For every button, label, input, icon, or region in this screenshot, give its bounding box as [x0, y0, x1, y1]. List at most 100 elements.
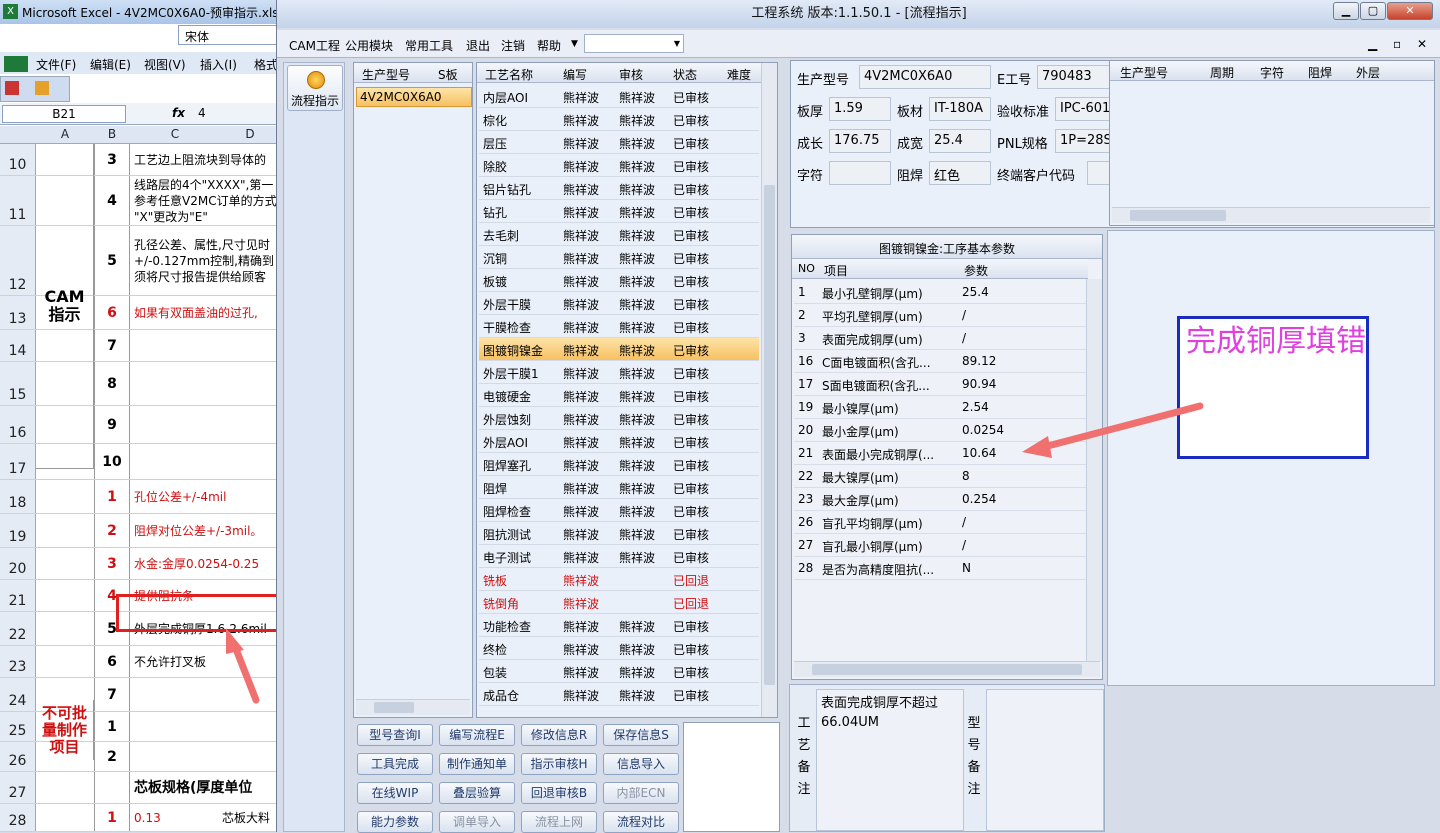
action-button[interactable]: 编写流程E	[439, 724, 515, 746]
thickness-field[interactable]: 1.59	[829, 97, 891, 121]
action-button[interactable]: 调单导入	[439, 811, 515, 833]
process-row[interactable]: 终检 熊祥波 熊祥波 已审核	[479, 637, 759, 660]
flow-instruction-button[interactable]: 流程指示	[287, 65, 343, 111]
row-number[interactable]: 23	[0, 646, 36, 677]
col-b[interactable]: B	[94, 127, 130, 141]
cell-b[interactable]: 9	[94, 406, 130, 443]
process-row[interactable]: 阻焊检查 熊祥波 熊祥波 已审核	[479, 499, 759, 522]
row-number[interactable]: 17	[0, 444, 36, 479]
process-row[interactable]: 阻抗测试 熊祥波 熊祥波 已审核	[479, 522, 759, 545]
process-row[interactable]: 钻孔 熊祥波 熊祥波 已审核	[479, 200, 759, 223]
row-number[interactable]: 26	[0, 742, 36, 771]
process-row[interactable]: 外层AOI 熊祥波 熊祥波 已审核	[479, 430, 759, 453]
row-number[interactable]: 18	[0, 480, 36, 513]
row-number[interactable]: 27	[0, 772, 36, 803]
process-row[interactable]: 外层干膜1 熊祥波 熊祥波 已审核	[479, 361, 759, 384]
cell-c[interactable]	[134, 712, 290, 741]
param-row[interactable]: 3 表面完成铜厚(um) /	[794, 327, 1086, 350]
process-row[interactable]: 外层干膜 熊祥波 熊祥波 已审核	[479, 292, 759, 315]
cell-b[interactable]: 3	[94, 548, 130, 579]
row-number[interactable]: 20	[0, 548, 36, 579]
col-reviewer[interactable]: 审核	[619, 66, 643, 83]
process-row[interactable]: 阻焊 熊祥波 熊祥波 已审核	[479, 476, 759, 499]
excel-menu-view[interactable]: 视图(V)	[144, 56, 186, 73]
process-row[interactable]: 沉铜 熊祥波 熊祥波 已审核	[479, 246, 759, 269]
cell-b[interactable]: 6	[94, 646, 130, 677]
process-row[interactable]: 功能检查 熊祥波 熊祥波 已审核	[479, 614, 759, 637]
cell-b[interactable]: 1	[94, 804, 130, 831]
row-number[interactable]: 10	[0, 144, 36, 175]
standard-field[interactable]: IPC-601	[1055, 97, 1113, 121]
cell-b[interactable]: 8	[94, 362, 130, 405]
param-row[interactable]: 21 表面最小完成铜厚(... 10.64	[794, 442, 1086, 465]
menu-tools[interactable]: 常用工具	[405, 37, 453, 54]
history-hscroll[interactable]	[1112, 207, 1430, 223]
cell-b[interactable]: 5	[94, 226, 130, 295]
process-row[interactable]: 除胶 熊祥波 熊祥波 已审核	[479, 154, 759, 177]
param-row[interactable]: 17 S面电镀面积(含孔... 90.94	[794, 373, 1086, 396]
model-field[interactable]: 4V2MC0X6A0	[859, 65, 991, 89]
process-row[interactable]: 内层AOI 熊祥波 熊祥波 已审核	[479, 85, 759, 108]
cell-b[interactable]	[94, 772, 130, 803]
row-number[interactable]: 22	[0, 612, 36, 645]
formula-value[interactable]: 4	[198, 106, 206, 120]
col-model[interactable]: 生产型号	[362, 66, 410, 83]
mask-field[interactable]: 红色	[929, 161, 991, 185]
param-row[interactable]: 20 最小金厚(μm) 0.0254	[794, 419, 1086, 442]
pnl-field[interactable]: 1P=28S	[1055, 129, 1113, 153]
cell-b[interactable]: 7	[94, 330, 130, 361]
action-button[interactable]: 信息导入	[603, 753, 679, 775]
menu-logout[interactable]: 注销	[501, 37, 525, 54]
cell-b[interactable]: 1	[94, 480, 130, 513]
font-name-box[interactable]: 宋体	[178, 25, 290, 45]
cell-b[interactable]: 2	[94, 742, 130, 771]
cell-c[interactable]: 如果有双面盖油的过孔,	[134, 296, 290, 329]
row-number[interactable]: 11	[0, 176, 36, 225]
process-vscroll[interactable]	[761, 63, 777, 717]
cell-c[interactable]: 不允许打叉板	[134, 646, 290, 677]
col-h-char[interactable]: 字符	[1260, 64, 1284, 81]
menu-combo[interactable]: ▼	[584, 34, 684, 53]
menu-cam[interactable]: CAM工程	[289, 37, 340, 54]
cell-c[interactable]	[134, 330, 290, 361]
mdi-controls-icon[interactable]: ▁ ▫ ✕	[1368, 37, 1433, 51]
param-row[interactable]: 16 C面电镀面积(含孔... 89.12	[794, 350, 1086, 373]
row-number[interactable]: 24	[0, 678, 36, 711]
cell-b[interactable]: 7	[94, 678, 130, 711]
param-row[interactable]: 23 最大金厚(μm) 0.254	[794, 488, 1086, 511]
process-row[interactable]: 层压 熊祥波 熊祥波 已审核	[479, 131, 759, 154]
minimize-button[interactable]: ▁	[1333, 2, 1359, 20]
process-row[interactable]: 电镀硬金 熊祥波 熊祥波 已审核	[479, 384, 759, 407]
cell-c[interactable]: 工艺边上阻流块到导体的	[134, 144, 290, 175]
cell-b[interactable]: 4	[94, 176, 130, 225]
col-process-name[interactable]: 工艺名称	[485, 66, 533, 83]
cell-b[interactable]: 10	[94, 444, 130, 479]
row-number[interactable]: 25	[0, 712, 36, 741]
col-param[interactable]: 参数	[964, 262, 988, 279]
process-row[interactable]: 成品仓 熊祥波 熊祥波 已审核	[479, 683, 759, 706]
col-writer[interactable]: 编写	[563, 66, 587, 83]
cell-c[interactable]	[134, 406, 290, 443]
process-row[interactable]: 外层蚀刻 熊祥波 熊祥波 已审核	[479, 407, 759, 430]
memo-box[interactable]	[683, 722, 780, 832]
model-hscroll[interactable]	[356, 699, 470, 715]
model-row[interactable]: 4V2MC0X6A0	[356, 87, 472, 107]
cell-b[interactable]: 2	[94, 514, 130, 547]
params-vscroll[interactable]	[1086, 279, 1102, 661]
cell-b[interactable]: 6	[94, 296, 130, 329]
cell-c[interactable]: 阻焊对位公差+/-3mil。	[134, 514, 290, 547]
cell-c[interactable]	[134, 362, 290, 405]
action-button[interactable]: 能力参数	[357, 811, 433, 833]
action-button[interactable]: 制作通知单	[439, 753, 515, 775]
process-row[interactable]: 板镀 熊祥波 熊祥波 已审核	[479, 269, 759, 292]
excel-menu-edit[interactable]: 编辑(E)	[90, 56, 131, 73]
process-remark-text[interactable]: 表面完成铜厚不超过66.04UM	[816, 689, 964, 831]
param-row[interactable]: 28 是否为高精度阻抗(... N	[794, 557, 1086, 580]
action-button[interactable]: 回退审核B	[521, 782, 597, 804]
char-field[interactable]	[829, 161, 891, 185]
row-number[interactable]: 15	[0, 362, 36, 405]
pdf-icon[interactable]	[5, 81, 19, 95]
process-row[interactable]: 包装 熊祥波 熊祥波 已审核	[479, 660, 759, 683]
action-button[interactable]: 工具完成	[357, 753, 433, 775]
help-dropdown-icon[interactable]: ▼	[571, 39, 578, 49]
